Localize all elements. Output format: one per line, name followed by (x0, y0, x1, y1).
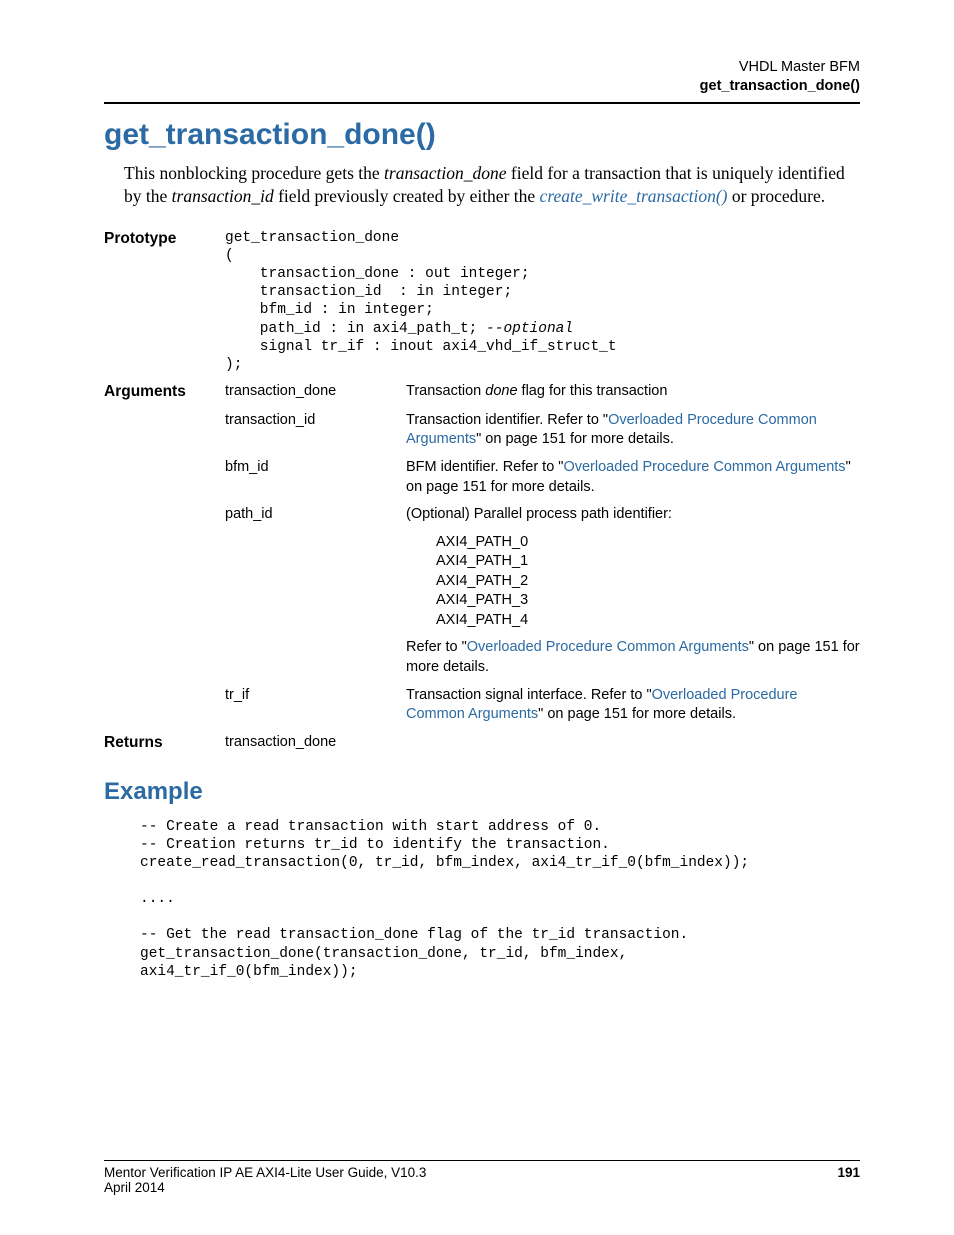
header-line1: VHDL Master BFM (104, 58, 860, 77)
page-title: get_transaction_done() (104, 118, 860, 152)
intro-ital2: transaction_id (172, 186, 274, 206)
label-arguments: Arguments (104, 382, 219, 403)
footer-date: April 2014 (104, 1180, 426, 1195)
arg-desc-transaction-id: Transaction identifier. Refer to "Overlo… (406, 411, 860, 450)
intro-paragraph: This nonblocking procedure gets the tran… (104, 162, 860, 209)
intro-ital1: transaction_done (384, 163, 507, 183)
label-prototype: Prototype (104, 229, 219, 374)
arg-name-transaction-id: transaction_id (225, 411, 400, 450)
page-footer: Mentor Verification IP AE AXI4-Lite User… (104, 1160, 860, 1195)
link-overloaded-args-2[interactable]: Overloaded Procedure Common Arguments (563, 459, 845, 475)
definition-table: Prototype get_transaction_done ( transac… (104, 229, 860, 754)
arg-desc-bfm-id: BFM identifier. Refer to "Overloaded Pro… (406, 458, 860, 497)
header-line2: get_transaction_done() (104, 77, 860, 96)
intro-text3: field previously created by either the (274, 186, 540, 206)
link-overloaded-args-3[interactable]: Overloaded Procedure Common Arguments (467, 639, 749, 655)
arg-name-transaction-done: transaction_done (225, 382, 400, 403)
prototype-code: get_transaction_done ( transaction_done … (225, 229, 860, 374)
arg-desc-path-id: (Optional) Parallel process path identif… (406, 505, 860, 525)
footer-doc-title: Mentor Verification IP AE AXI4-Lite User… (104, 1165, 426, 1180)
arg-name-tr-if: tr_if (225, 686, 400, 725)
link-create-write-transaction[interactable]: create_write_transaction() (540, 186, 728, 206)
running-header: VHDL Master BFM get_transaction_done() (104, 58, 860, 96)
arg-name-bfm-id: bfm_id (225, 458, 400, 497)
path-id-refer: Refer to "Overloaded Procedure Common Ar… (406, 638, 860, 677)
intro-tail: or procedure. (727, 186, 825, 206)
header-rule (104, 102, 860, 104)
arg-name-path-id: path_id (225, 505, 400, 525)
footer-rule (104, 1160, 860, 1161)
arg-desc-transaction-done: Transaction done flag for this transacti… (406, 382, 860, 403)
example-heading: Example (104, 778, 860, 806)
label-returns: Returns (104, 733, 219, 754)
path-id-values: AXI4_PATH_0 AXI4_PATH_1 AXI4_PATH_2 AXI4… (406, 533, 860, 631)
arg-desc-tr-if: Transaction signal interface. Refer to "… (406, 686, 860, 725)
example-code: -- Create a read transaction with start … (104, 818, 860, 981)
returns-value: transaction_done (225, 733, 400, 754)
page-number: 191 (837, 1165, 860, 1195)
intro-text: This nonblocking procedure gets the (124, 163, 384, 183)
